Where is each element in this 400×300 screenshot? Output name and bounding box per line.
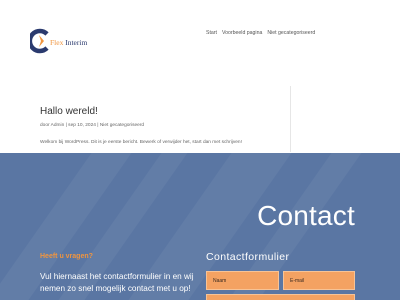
post-meta: door Admin | sep 10, 2024 | Niet gecateg… — [40, 123, 145, 128]
nav-item-start[interactable]: Start — [206, 30, 217, 36]
post-body: Welkom bij WordPress. Dit is je eerste b… — [40, 140, 242, 145]
nav-item-voorbeeld-pagina[interactable]: Voorbeeld pagina — [222, 30, 262, 36]
logo-text-part1: Flex — [50, 38, 64, 47]
post-area: Hallo wereld! door Admin | sep 10, 2024 … — [0, 62, 400, 153]
contact-heading: Contact — [257, 200, 355, 231]
contact-section: Contact Heeft u vragen? Vul hiernaast he… — [0, 153, 400, 300]
form-title: Contactformulier — [206, 251, 290, 263]
logo-text-part2: Interim — [63, 38, 88, 47]
message-field[interactable] — [206, 294, 355, 300]
logo-text: Flex Interim — [50, 38, 87, 47]
sidebar-divider — [290, 86, 291, 152]
questions-body: Vul hiernaast het contactformulier in en… — [40, 272, 194, 293]
questions-title: Heeft u vragen? — [40, 253, 93, 260]
logo-icon — [30, 28, 49, 54]
site-logo[interactable]: Flex Interim — [30, 28, 140, 56]
post-title[interactable]: Hallo wereld! — [40, 106, 98, 117]
email-field[interactable]: E-mail — [283, 271, 355, 290]
name-field[interactable]: Naam — [206, 271, 279, 290]
main-nav: Start Voorbeeld pagina Niet gecategorise… — [206, 30, 315, 36]
nav-item-niet-gecategoriseerd[interactable]: Niet gecategoriseerd — [267, 30, 315, 36]
site-header: Flex Interim Start Voorbeeld pagina Niet… — [0, 0, 400, 62]
